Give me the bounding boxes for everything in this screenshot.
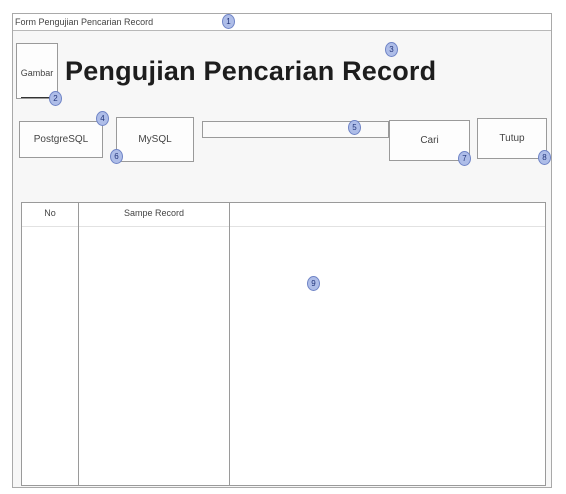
form-window: Form Pengujian Pencarian Record Gambar P… [12, 13, 552, 488]
mysql-button[interactable]: MySQL [116, 117, 194, 162]
search-input[interactable] [202, 121, 389, 138]
marker-6: 6 [110, 149, 123, 164]
postgresql-button[interactable]: PostgreSQL [19, 121, 103, 158]
column-divider [78, 203, 79, 485]
page-title: Pengujian Pencarian Record [65, 56, 437, 86]
record-table: No Sampe Record [21, 202, 546, 486]
marker-2: 2 [49, 91, 62, 106]
image-button-underline [21, 97, 51, 98]
column-header-sample-record: Sampe Record [123, 208, 185, 218]
marker-8: 8 [538, 150, 551, 165]
column-header-no: No [44, 208, 56, 218]
close-button[interactable]: Tutup [477, 118, 547, 159]
window-title: Form Pengujian Pencarian Record [13, 14, 551, 31]
marker-3: 3 [385, 42, 398, 57]
column-divider [229, 203, 230, 485]
marker-7: 7 [458, 151, 471, 166]
marker-9: 9 [307, 276, 320, 291]
image-button[interactable]: Gambar [16, 43, 58, 99]
marker-1: 1 [222, 14, 235, 29]
marker-5: 5 [348, 120, 361, 135]
marker-4: 4 [96, 111, 109, 126]
